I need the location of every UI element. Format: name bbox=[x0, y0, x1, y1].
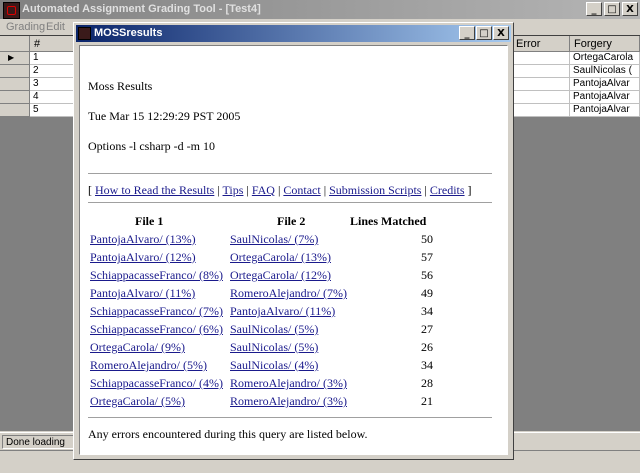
lines-matched: 34 bbox=[421, 358, 433, 372]
file1-link[interactable]: SchiappacasseFranco/ (8%) bbox=[90, 268, 223, 283]
moss-title-bar[interactable]: MOSSresults _ □ X bbox=[76, 25, 511, 42]
row-header-corner bbox=[0, 36, 30, 52]
app-icon bbox=[3, 2, 20, 19]
divider bbox=[88, 173, 492, 174]
file1-link[interactable]: SchiappacasseFranco/ (7%) bbox=[90, 304, 223, 319]
row-header[interactable] bbox=[0, 104, 30, 117]
link-tips[interactable]: Tips bbox=[223, 183, 244, 197]
column-header-error[interactable]: Error bbox=[512, 36, 570, 52]
lines-matched: 27 bbox=[421, 322, 433, 336]
cell-error[interactable] bbox=[512, 78, 570, 91]
moss-heading: Moss Results bbox=[88, 79, 153, 93]
row-header[interactable] bbox=[0, 91, 30, 104]
row-header[interactable] bbox=[0, 78, 30, 91]
link-how-to-read[interactable]: How to Read the Results bbox=[95, 183, 214, 197]
file1-link[interactable]: OrtegaCarola/ (5%) bbox=[90, 394, 185, 409]
current-row-indicator[interactable]: ▶ bbox=[0, 52, 30, 65]
file2-link[interactable]: RomeroAlejandro/ (3%) bbox=[230, 394, 347, 409]
file2-link[interactable]: RomeroAlejandro/ (3%) bbox=[230, 376, 347, 391]
moss-content: Moss Results Tue Mar 15 12:29:29 PST 200… bbox=[79, 45, 508, 455]
minimize-button[interactable]: _ bbox=[586, 2, 602, 16]
cell-error[interactable] bbox=[512, 104, 570, 117]
lines-matched: 26 bbox=[421, 340, 433, 354]
file1-link[interactable]: RomeroAlejandro/ (5%) bbox=[90, 358, 207, 373]
cell-forgery[interactable]: PantojaAlvar bbox=[570, 91, 640, 104]
link-faq[interactable]: FAQ bbox=[252, 183, 275, 197]
cell-forgery[interactable]: SaulNicolas ( bbox=[570, 65, 640, 78]
errors-note: Any errors encountered during this query… bbox=[88, 427, 368, 441]
menu-grading[interactable]: Grading bbox=[6, 21, 45, 33]
link-credits[interactable]: Credits bbox=[430, 183, 465, 197]
moss-close-button[interactable]: X bbox=[493, 26, 509, 40]
file2-link[interactable]: RomeroAlejandro/ (7%) bbox=[230, 286, 347, 301]
cell-forgery[interactable]: OrtegaCarola bbox=[570, 52, 640, 65]
divider bbox=[88, 417, 492, 418]
link-submission-scripts[interactable]: Submission Scripts bbox=[329, 183, 421, 197]
file1-link[interactable]: SchiappacasseFranco/ (4%) bbox=[90, 376, 223, 391]
moss-options: Options -l csharp -d -m 10 bbox=[88, 139, 215, 153]
file2-link[interactable]: OrtegaCarola/ (12%) bbox=[230, 268, 331, 283]
moss-minimize-button[interactable]: _ bbox=[459, 26, 475, 40]
lines-matched: 49 bbox=[421, 286, 433, 300]
menu-edit[interactable]: Edit bbox=[46, 21, 65, 33]
file1-link[interactable]: PantojaAlvaro/ (11%) bbox=[90, 286, 195, 301]
table-header-file2: File 2 bbox=[277, 214, 306, 228]
file2-link[interactable]: PantojaAlvaro/ (11%) bbox=[230, 304, 335, 319]
app-title: Automated Assignment Grading Tool - [Tes… bbox=[22, 3, 261, 15]
lines-matched: 34 bbox=[421, 304, 433, 318]
file1-link[interactable]: SchiappacasseFranco/ (6%) bbox=[90, 322, 223, 337]
file1-link[interactable]: PantojaAlvaro/ (12%) bbox=[90, 250, 196, 265]
lines-matched: 28 bbox=[421, 376, 433, 390]
app-title-bar: Automated Assignment Grading Tool - [Tes… bbox=[0, 0, 640, 19]
moss-results-window: MOSSresults _ □ X Moss Results Tue Mar 1… bbox=[73, 22, 514, 460]
cell-error[interactable] bbox=[512, 52, 570, 65]
file2-link[interactable]: SaulNicolas/ (4%) bbox=[230, 358, 318, 373]
moss-window-title: MOSSresults bbox=[94, 27, 163, 39]
file2-link[interactable]: SaulNicolas/ (5%) bbox=[230, 322, 318, 337]
moss-maximize-button[interactable]: □ bbox=[476, 26, 492, 40]
cell-error[interactable] bbox=[512, 91, 570, 104]
lines-matched: 21 bbox=[421, 394, 433, 408]
moss-date: Tue Mar 15 12:29:29 PST 2005 bbox=[88, 109, 241, 123]
lines-matched: 57 bbox=[421, 250, 433, 264]
link-contact[interactable]: Contact bbox=[283, 183, 320, 197]
lines-matched: 50 bbox=[421, 232, 433, 246]
file2-link[interactable]: SaulNicolas/ (5%) bbox=[230, 340, 318, 355]
close-button[interactable]: X bbox=[622, 2, 638, 16]
row-header[interactable] bbox=[0, 65, 30, 78]
file2-link[interactable]: OrtegaCarola/ (13%) bbox=[230, 250, 331, 265]
cell-forgery[interactable]: PantojaAlvar bbox=[570, 78, 640, 91]
help-links: [ How to Read the Results | Tips | FAQ |… bbox=[88, 183, 472, 197]
divider bbox=[88, 202, 492, 203]
cell-error[interactable] bbox=[512, 65, 570, 78]
row-pointer-icon: ▶ bbox=[8, 53, 15, 62]
window-icon bbox=[78, 27, 91, 40]
table-header-file1: File 1 bbox=[135, 214, 164, 228]
file1-link[interactable]: OrtegaCarola/ (9%) bbox=[90, 340, 185, 355]
column-header-forgery[interactable]: Forgery bbox=[570, 36, 640, 52]
file1-link[interactable]: PantojaAlvaro/ (13%) bbox=[90, 232, 196, 247]
lines-matched: 56 bbox=[421, 268, 433, 282]
table-header-lines: Lines Matched bbox=[350, 214, 427, 228]
maximize-button[interactable]: □ bbox=[604, 2, 620, 16]
cell-forgery[interactable]: PantojaAlvar bbox=[570, 104, 640, 117]
file2-link[interactable]: SaulNicolas/ (7%) bbox=[230, 232, 318, 247]
